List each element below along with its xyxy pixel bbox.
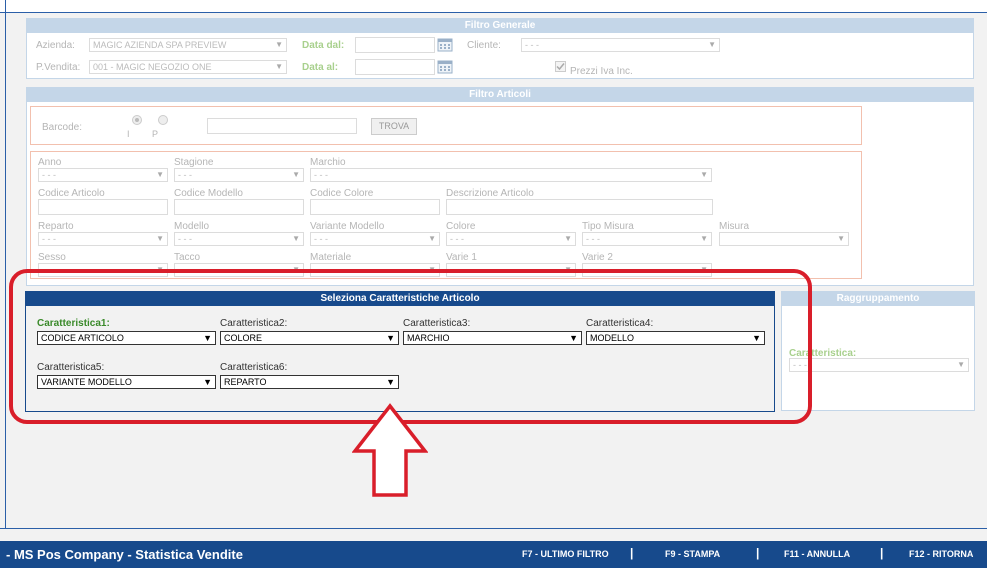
footer-separator: |	[630, 546, 634, 560]
data-al-input[interactable]	[355, 59, 435, 75]
barcode-input[interactable]	[207, 118, 357, 134]
calendar-icon[interactable]	[437, 38, 453, 52]
chevron-down-icon: ▼	[156, 234, 164, 243]
barcode-radio-p[interactable]	[158, 115, 168, 125]
prezzi-iva-label: Prezzi Iva Inc.	[570, 66, 633, 77]
chevron-down-icon: ▼	[700, 234, 708, 243]
chevron-down-icon: ▼	[837, 234, 845, 243]
top-border	[0, 0, 987, 13]
data-dal-label: Data dal:	[302, 40, 345, 51]
f12-ritorna-button[interactable]: F12 - RITORNA	[909, 549, 973, 559]
chevron-down-icon: ▼	[292, 170, 300, 179]
f9-stampa-button[interactable]: F9 - STAMPA	[665, 549, 720, 559]
f7-ultimo-filtro-button[interactable]: F7 - ULTIMO FILTRO	[522, 549, 609, 559]
chevron-down-icon: ▼	[564, 234, 572, 243]
tipo-misura-value: - - -	[586, 234, 600, 244]
azienda-label: Azienda:	[36, 40, 75, 51]
varie2-label: Varie 2	[582, 252, 613, 263]
reparto-select[interactable]: - - - ▼	[38, 232, 168, 246]
chevron-down-icon: ▼	[156, 170, 164, 179]
data-al-label: Data al:	[302, 62, 339, 73]
barcode-label: Barcode:	[42, 122, 83, 133]
bottom-border	[0, 528, 987, 529]
misura-select[interactable]: ▼	[719, 232, 849, 246]
sesso-label: Sesso	[38, 252, 66, 263]
data-dal-input[interactable]	[355, 37, 435, 53]
codice-colore-input[interactable]	[310, 199, 440, 215]
filtro-generale-title: Filtro Generale	[27, 19, 973, 33]
pvendita-label: P.Vendita:	[36, 62, 81, 73]
cliente-select-value: - - -	[525, 40, 539, 50]
prezzi-iva-checkbox[interactable]	[555, 61, 566, 72]
azienda-select[interactable]: MAGIC AZIENDA SPA PREVIEW ▼	[89, 38, 287, 52]
reparto-label: Reparto	[38, 221, 74, 232]
chevron-down-icon: ▼	[275, 40, 283, 49]
filtro-articoli-title: Filtro Articoli	[27, 88, 973, 102]
descrizione-articolo-label: Descrizione Articolo	[446, 188, 534, 199]
barcode-section	[30, 106, 862, 145]
chevron-down-icon: ▼	[292, 234, 300, 243]
highlight-annotation	[9, 269, 812, 424]
cliente-label: Cliente:	[467, 40, 501, 51]
modello-value: - - -	[178, 234, 192, 244]
chevron-down-icon: ▼	[275, 62, 283, 71]
stagione-label: Stagione	[174, 157, 214, 168]
radio-i-label: I	[127, 129, 130, 139]
barcode-radio-i[interactable]	[132, 115, 142, 125]
radio-p-label: P	[152, 129, 159, 139]
tipo-misura-select[interactable]: - - - ▼	[582, 232, 712, 246]
codice-modello-label: Codice Modello	[174, 188, 243, 199]
cliente-select[interactable]: - - - ▼	[521, 38, 720, 52]
anno-select[interactable]: - - - ▼	[38, 168, 168, 182]
materiale-label: Materiale	[310, 252, 352, 263]
raggruppamento-select[interactable]: - - - ▼	[789, 358, 969, 372]
codice-modello-input[interactable]	[174, 199, 304, 215]
tipo-misura-label: Tipo Misura	[582, 221, 634, 232]
footer-separator: |	[880, 546, 884, 560]
chevron-down-icon: ▼	[708, 40, 716, 49]
trova-button[interactable]: TROVA	[371, 118, 417, 135]
colore-label: Colore	[446, 221, 476, 232]
colore-value: - - -	[450, 234, 464, 244]
varie1-label: Varie 1	[446, 252, 477, 263]
stagione-select[interactable]: - - - ▼	[174, 168, 304, 182]
up-arrow-annotation	[352, 403, 428, 497]
azienda-select-value: MAGIC AZIENDA SPA PREVIEW	[93, 40, 227, 50]
chevron-down-icon: ▼	[700, 170, 708, 179]
footer-title: - MS Pos Company - Statistica Vendite	[6, 547, 243, 562]
modello-label: Modello	[174, 221, 210, 232]
variante-modello-label: Variante Modello	[310, 221, 385, 232]
codice-articolo-label: Codice Articolo	[38, 188, 105, 199]
pvendita-select-value: 001 - MAGIC NEGOZIO ONE	[93, 62, 212, 72]
pvendita-select[interactable]: 001 - MAGIC NEGOZIO ONE ▼	[89, 60, 287, 74]
variante-modello-select[interactable]: - - - ▼	[310, 232, 440, 246]
chevron-down-icon: ▼	[428, 234, 436, 243]
anno-label: Anno	[38, 157, 62, 168]
calendar-icon[interactable]	[437, 60, 453, 74]
marchio-label: Marchio	[310, 157, 346, 168]
footer-bar: - MS Pos Company - Statistica Vendite F7…	[0, 541, 987, 568]
chevron-down-icon: ▼	[957, 360, 965, 369]
colore-select[interactable]: - - - ▼	[446, 232, 576, 246]
left-border	[5, 0, 6, 528]
misura-label: Misura	[719, 221, 750, 232]
modello-select[interactable]: - - - ▼	[174, 232, 304, 246]
marchio-select[interactable]: - - - ▼	[310, 168, 712, 182]
stagione-value: - - -	[178, 170, 192, 180]
codice-articolo-input[interactable]	[38, 199, 168, 215]
descrizione-articolo-input[interactable]	[446, 199, 713, 215]
marchio-value: - - -	[314, 170, 328, 180]
codice-colore-label: Codice Colore	[310, 188, 374, 199]
variante-modello-value: - - -	[314, 234, 328, 244]
footer-separator: |	[756, 546, 760, 560]
tacco-label: Tacco	[174, 252, 201, 263]
f11-annulla-button[interactable]: F11 - ANNULLA	[784, 549, 850, 559]
reparto-value: - - -	[42, 234, 56, 244]
anno-value: - - -	[42, 170, 56, 180]
